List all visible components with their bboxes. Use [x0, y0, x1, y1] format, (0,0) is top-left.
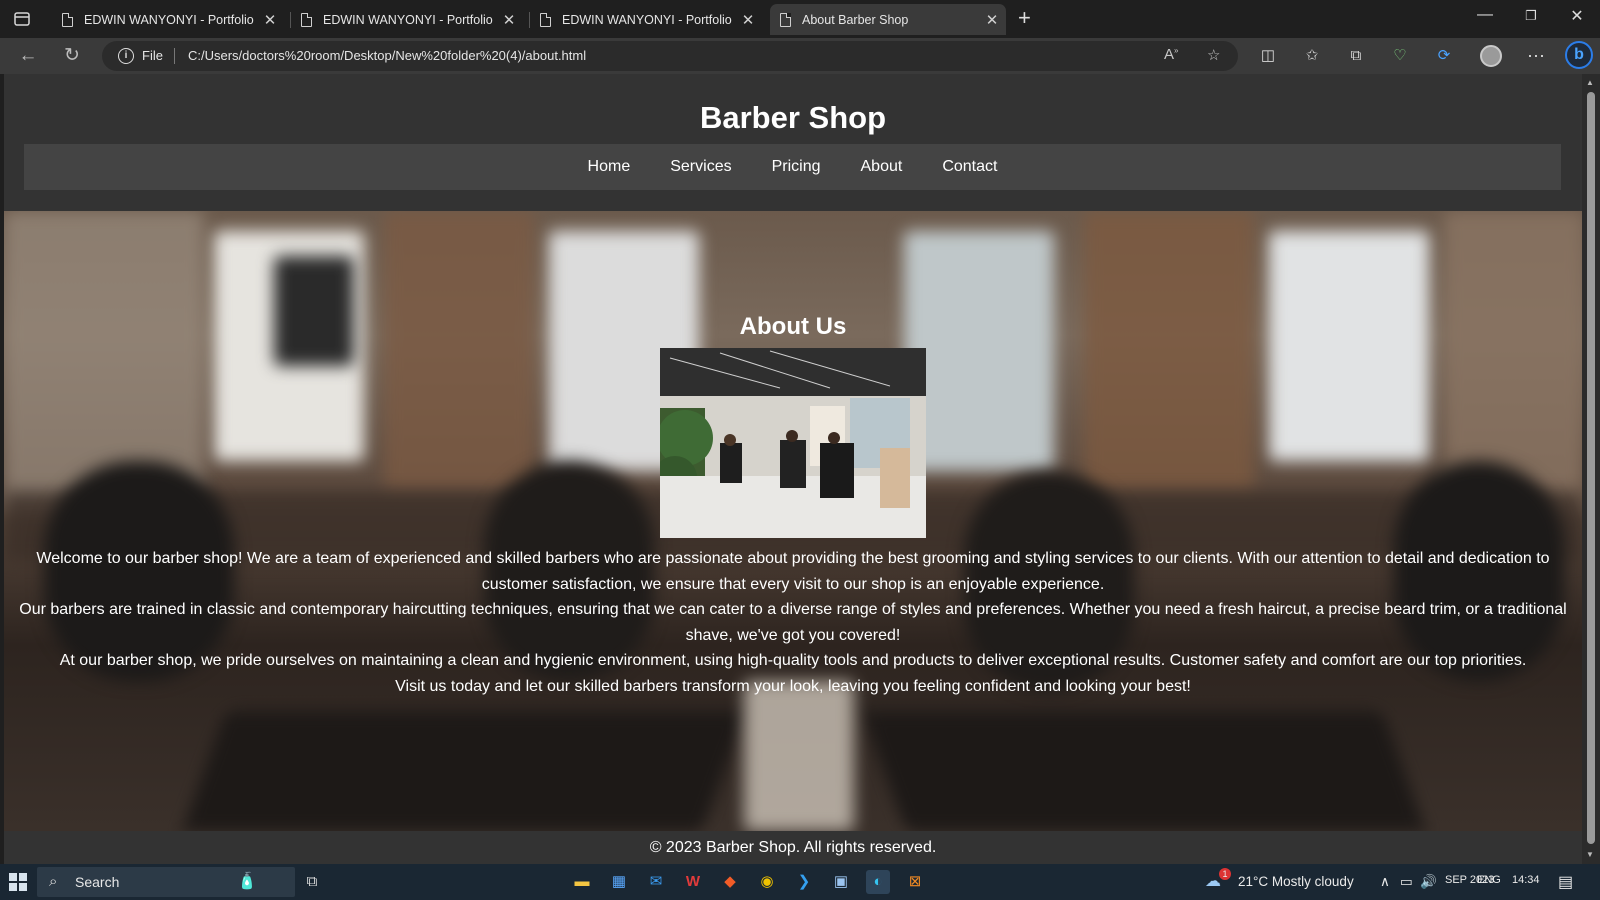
- about-paragraph: At our barber shop, we pride ourselves o…: [59, 652, 1527, 669]
- favorite-star-icon[interactable]: ☆: [1207, 46, 1220, 64]
- background-tv: [274, 256, 354, 366]
- about-paragraph: Welcome to our barber shop! We are a tea…: [36, 550, 1550, 593]
- network-app-icon[interactable]: ▣: [829, 870, 853, 894]
- more-options-icon[interactable]: ⋯: [1526, 46, 1546, 66]
- about-heading: About Us: [739, 313, 847, 340]
- tab-title: About Barber Shop: [802, 12, 909, 27]
- search-highlight-icon: 🧴: [237, 873, 257, 890]
- edge-browser-icon[interactable]: ◐: [866, 870, 890, 894]
- minimize-icon[interactable]: —: [1465, 6, 1505, 24]
- show-hidden-icons[interactable]: ∧: [1380, 874, 1390, 890]
- weather-text[interactable]: 21°C Mostly cloudy: [1238, 874, 1354, 889]
- about-section-background: About Us Welcome to our barber shop! We …: [4, 211, 1582, 831]
- chrome-icon[interactable]: ◉: [755, 870, 779, 894]
- browser-toolbar: ← ↻ i File C:/Users/doctors%20room/Deskt…: [0, 38, 1600, 74]
- page-viewport: Barber Shop Home Services Pricing About …: [4, 74, 1582, 864]
- address-divider: [174, 48, 175, 64]
- site-footer: © 2023 Barber Shop. All rights reserved.: [4, 832, 1582, 864]
- brave-browser-icon[interactable]: ◆: [718, 870, 742, 894]
- wps-office-icon[interactable]: W: [681, 870, 705, 894]
- nav-link-about[interactable]: About: [841, 158, 923, 176]
- nav-link-home[interactable]: Home: [568, 158, 651, 176]
- tab-title: EDWIN WANYONYI - Portfolio: [562, 12, 732, 27]
- page-icon: [62, 12, 73, 27]
- favorites-icon[interactable]: ✩: [1302, 46, 1322, 66]
- background-floor-mat: [862, 711, 1426, 831]
- close-tab-icon[interactable]: ✕: [262, 11, 278, 29]
- back-icon[interactable]: ←: [15, 44, 41, 68]
- nav-link-contact[interactable]: Contact: [922, 158, 1017, 176]
- page-icon: [301, 12, 312, 27]
- about-body: Welcome to our barber shop! We are a tea…: [14, 546, 1572, 699]
- collections-icon[interactable]: ⧉: [1346, 46, 1366, 66]
- vscode-icon[interactable]: ❯: [792, 870, 816, 894]
- edge-drop-icon[interactable]: ⟳: [1434, 46, 1454, 66]
- tab-title: EDWIN WANYONYI - Portfolio: [323, 12, 493, 27]
- notification-center-icon[interactable]: ▤: [1558, 872, 1573, 892]
- search-label: Search: [75, 874, 120, 890]
- background-brick: [384, 211, 534, 491]
- site-title: Barber Shop: [699, 100, 887, 135]
- page-icon: [780, 12, 791, 27]
- site-nav: Home Services Pricing About Contact: [24, 144, 1561, 190]
- background-floor-mat: [182, 711, 746, 831]
- page-scrollbar[interactable]: ▲ ▼: [1582, 74, 1600, 864]
- weather-badge: 1: [1219, 868, 1231, 880]
- background-mirror: [1269, 231, 1429, 461]
- refresh-icon[interactable]: ↻: [59, 44, 85, 68]
- background-floor: [744, 681, 854, 831]
- close-tab-icon[interactable]: ✕: [501, 11, 517, 29]
- search-icon: ⌕: [49, 873, 58, 890]
- mail-icon[interactable]: ✉: [644, 870, 668, 894]
- bing-copilot-icon[interactable]: b: [1565, 41, 1593, 69]
- taskbar-search[interactable]: ⌕ Search 🧴: [37, 867, 295, 897]
- close-tab-icon[interactable]: ✕: [984, 11, 1000, 29]
- profile-avatar[interactable]: [1480, 45, 1502, 67]
- task-view-icon[interactable]: ⧉: [300, 870, 324, 894]
- page-icon: [540, 12, 551, 27]
- browser-tab[interactable]: EDWIN WANYONYI - Portfolio ✕: [291, 4, 523, 35]
- tab-actions-icon[interactable]: [12, 9, 32, 29]
- language-indicator[interactable]: ENG: [1477, 874, 1501, 886]
- scheme-label: File: [142, 48, 163, 63]
- about-paragraph: Visit us today and let our skilled barbe…: [395, 677, 1191, 695]
- nav-link-pricing[interactable]: Pricing: [752, 158, 841, 176]
- split-screen-icon[interactable]: ◫: [1258, 46, 1278, 66]
- nav-link-services[interactable]: Services: [650, 158, 751, 176]
- close-window-icon[interactable]: ✕: [1557, 6, 1597, 26]
- volume-icon[interactable]: 🔊: [1420, 874, 1437, 890]
- background-mirror: [904, 231, 1054, 471]
- windows-taskbar: ⌕ Search 🧴 ⧉ ▬ ▦ ✉ W ◆ ◉ ❯ ▣ ◐ ⊠ ☁ 1 21°…: [0, 864, 1600, 900]
- browser-essentials-icon[interactable]: ♡: [1390, 46, 1410, 66]
- new-tab-icon[interactable]: +: [1018, 7, 1031, 29]
- about-paragraph: Our barbers are trained in classic and c…: [19, 601, 1567, 644]
- system-clock[interactable]: 14:34: [1512, 874, 1540, 886]
- info-icon[interactable]: i: [118, 48, 134, 64]
- file-explorer-icon[interactable]: ▬: [570, 870, 594, 894]
- close-tab-icon[interactable]: ✕: [740, 11, 756, 29]
- barbershop-photo: [660, 348, 926, 538]
- scroll-up-icon[interactable]: ▲: [1586, 78, 1594, 87]
- site-header: Barber Shop Home Services Pricing About …: [4, 74, 1582, 210]
- windows-start-icon[interactable]: [9, 873, 27, 891]
- background-brick: [1084, 211, 1254, 491]
- browser-tab[interactable]: EDWIN WANYONYI - Portfolio ✕: [530, 4, 762, 35]
- browser-tab-strip: EDWIN WANYONYI - Portfolio ✕ EDWIN WANYO…: [0, 0, 1600, 38]
- xampp-icon[interactable]: ⊠: [903, 870, 927, 894]
- browser-tab-active[interactable]: About Barber Shop ✕: [770, 4, 1006, 35]
- address-bar[interactable]: i File C:/Users/doctors%20room/Desktop/N…: [102, 41, 1238, 71]
- battery-icon[interactable]: ▭: [1400, 874, 1413, 890]
- restore-icon[interactable]: ❐: [1511, 8, 1551, 24]
- microsoft-store-icon[interactable]: ▦: [607, 870, 631, 894]
- url-text[interactable]: C:/Users/doctors%20room/Desktop/New%20fo…: [188, 48, 586, 63]
- tab-title: EDWIN WANYONYI - Portfolio: [84, 12, 254, 27]
- browser-tab[interactable]: EDWIN WANYONYI - Portfolio ✕: [52, 4, 284, 35]
- scroll-thumb[interactable]: [1587, 92, 1595, 844]
- scroll-down-icon[interactable]: ▼: [1586, 850, 1594, 859]
- read-aloud-icon[interactable]: A»: [1164, 46, 1178, 63]
